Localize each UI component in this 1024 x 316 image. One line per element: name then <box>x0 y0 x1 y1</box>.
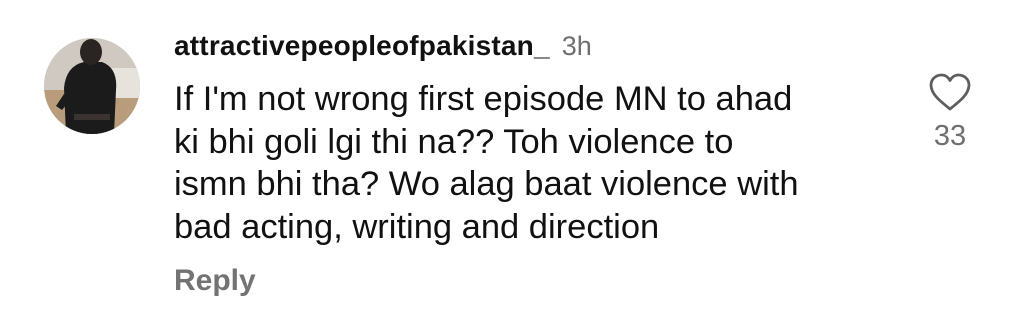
comment-body: attractivepeopleofpakistan_ 3h If I'm no… <box>174 30 894 248</box>
comment: attractivepeopleofpakistan_ 3h If I'm no… <box>0 0 1024 316</box>
username-link[interactable]: attractivepeopleofpakistan_ <box>174 30 550 62</box>
comment-text: If I'm not wrong first episode MN to aha… <box>174 80 799 246</box>
timestamp: 3h <box>561 31 592 61</box>
comment-meta: attractivepeopleofpakistan_ 3h <box>174 30 894 70</box>
like-control: 33 <box>920 72 980 153</box>
avatar-photo <box>44 38 140 134</box>
reply-button[interactable]: Reply <box>174 264 256 298</box>
heart-outline-icon[interactable] <box>928 72 972 112</box>
avatar[interactable] <box>44 38 140 134</box>
like-count: 33 <box>933 120 967 152</box>
